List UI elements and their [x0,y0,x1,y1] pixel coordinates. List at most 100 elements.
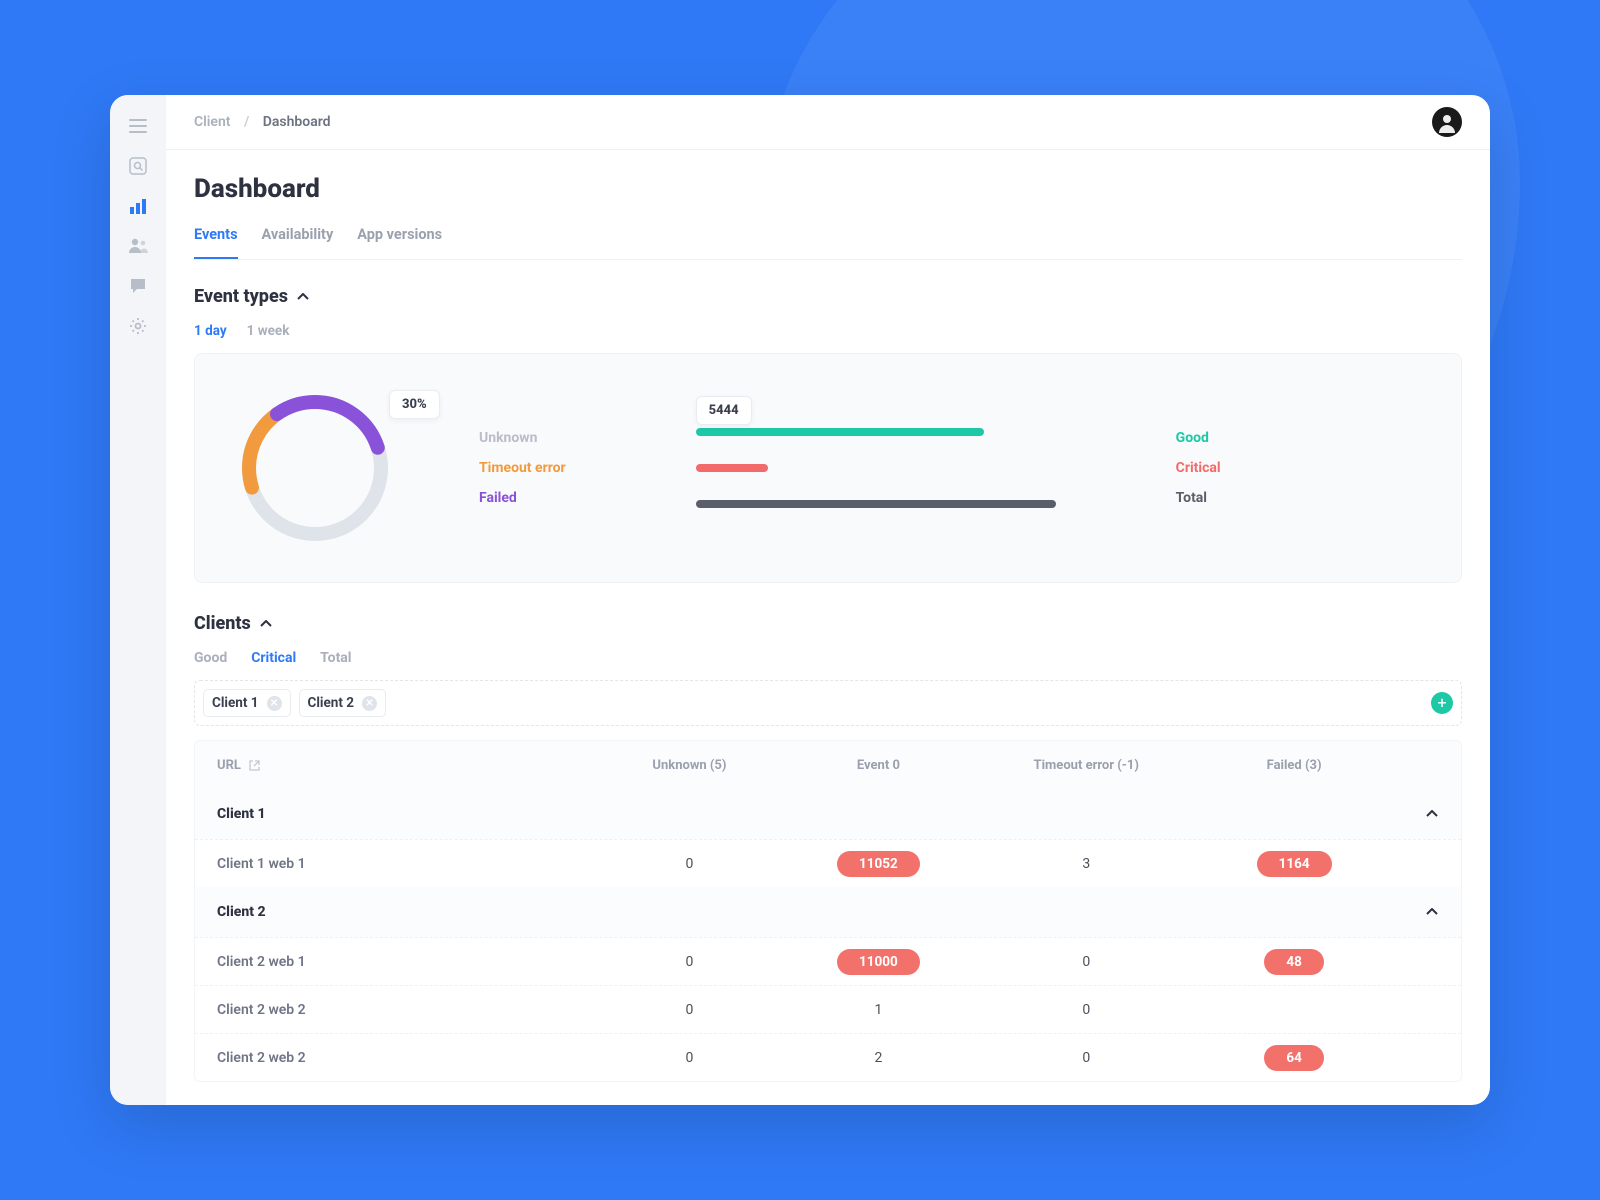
filter-total[interactable]: Total [320,650,351,666]
range-selector: 1 day 1 week [194,323,1462,339]
cell-event0: 2 [784,1050,973,1066]
tab-app-versions[interactable]: App versions [357,222,442,259]
cell-event0: 11000 [784,949,973,975]
sidebar [110,95,166,1105]
cell-url[interactable]: Client 2 web 1 [217,954,595,970]
range-1day[interactable]: 1 day [194,323,227,339]
group-name: Client 2 [217,904,266,920]
cell-failed: 1164 [1200,851,1389,877]
bar-good [696,428,984,436]
legend-total: Total [1176,490,1221,506]
bar-critical [696,464,768,472]
content-scroll[interactable]: Dashboard Events Availability App versio… [166,150,1490,1105]
clients-filter: Good Critical Total [194,650,1462,666]
main-tabs: Events Availability App versions [194,222,1462,260]
breadcrumb: Client / Dashboard [194,114,331,130]
users-icon[interactable] [127,235,149,257]
cell-url[interactable]: Client 1 web 1 [217,856,595,872]
col-failed[interactable]: Failed (3) [1200,758,1389,773]
add-chip-button[interactable]: + [1431,692,1453,714]
section-title-event-types[interactable]: Event types [194,286,1462,307]
pill-value: 1164 [1257,851,1332,877]
pill-value: 11052 [837,851,920,877]
chip-label: Client 1 [212,695,259,711]
chevron-up-icon [1425,807,1439,821]
group-header[interactable]: Client 1 [195,789,1461,839]
pill-value: 11000 [837,949,920,975]
legend-unknown: Unknown [479,430,566,446]
pill-value: 64 [1264,1045,1324,1071]
cell-unknown: 0 [595,1050,784,1066]
cell-unknown: 0 [595,954,784,970]
cell-url[interactable]: Client 2 web 2 [217,1050,595,1066]
hamburger-icon[interactable] [127,115,149,137]
gear-icon[interactable] [127,315,149,337]
pill-value: 48 [1264,949,1324,975]
table-header: URL Unknown (5) Event 0 Timeout error (-… [195,741,1461,789]
breadcrumb-separator: / [244,114,249,130]
topbar: Client / Dashboard [166,95,1490,150]
chevron-up-icon [259,617,273,631]
app-shell: Client / Dashboard Dashboard Events Avai… [110,95,1490,1105]
cell-failed: 48 [1200,949,1389,975]
chip-bar: Client 1 ✕ Client 2 ✕ + [194,680,1462,726]
bar-total [696,500,1056,508]
chevron-up-icon [1425,905,1439,919]
chevron-up-icon [296,290,310,304]
donut-legend: Unknown Timeout error Failed [479,430,566,506]
table-row: Client 2 web 1 0 11000 0 48 [195,937,1461,985]
donut-badge: 30% [389,390,440,419]
table-row: Client 2 web 2 0 1 0 [195,985,1461,1033]
avatar[interactable] [1432,107,1462,137]
table-row: Client 2 web 2 0 2 0 64 [195,1033,1461,1081]
col-url[interactable]: URL [217,758,595,773]
cell-unknown: 0 [595,856,784,872]
cell-timeout: 0 [973,954,1200,970]
section-title-label: Event types [194,286,288,307]
external-link-icon [249,760,260,771]
legend-critical: Critical [1176,460,1221,476]
chat-icon[interactable] [127,275,149,297]
bars-legend: Good Critical Total [1176,430,1221,506]
dashboard-icon[interactable] [127,195,149,217]
cell-url[interactable]: Client 2 web 2 [217,1002,595,1018]
close-icon[interactable]: ✕ [362,696,377,711]
filter-critical[interactable]: Critical [251,650,296,666]
bar-badge: 5444 [696,396,752,425]
chip-client-1[interactable]: Client 1 ✕ [203,689,291,717]
legend-timeout: Timeout error [479,460,566,476]
close-icon[interactable]: ✕ [267,696,282,711]
event-types-panel: 30% Unknown Timeout error Failed 5444 Go… [194,353,1462,583]
cell-event0: 11052 [784,851,973,877]
legend-good: Good [1176,430,1221,446]
cell-event0: 1 [784,1002,973,1018]
cell-timeout: 0 [973,1050,1200,1066]
col-event0[interactable]: Event 0 [784,758,973,773]
range-1week[interactable]: 1 week [247,323,290,339]
cell-timeout: 0 [973,1002,1200,1018]
section-title-clients[interactable]: Clients [194,613,1462,634]
breadcrumb-current: Dashboard [263,114,331,130]
legend-failed: Failed [479,490,566,506]
section-title-label: Clients [194,613,251,634]
group-name: Client 1 [217,806,266,822]
tab-events[interactable]: Events [194,222,238,259]
cell-unknown: 0 [595,1002,784,1018]
chip-label: Client 2 [308,695,355,711]
tab-availability[interactable]: Availability [262,222,334,259]
breadcrumb-parent[interactable]: Client [194,114,230,130]
donut-chart: 30% [231,384,399,552]
filter-good[interactable]: Good [194,650,227,666]
page-title: Dashboard [194,174,1462,204]
bars-chart: 5444 [696,428,1096,508]
col-unknown[interactable]: Unknown (5) [595,758,784,773]
col-timeout[interactable]: Timeout error (-1) [973,758,1200,773]
cell-timeout: 3 [973,856,1200,872]
group-header[interactable]: Client 2 [195,887,1461,937]
main-area: Client / Dashboard Dashboard Events Avai… [166,95,1490,1105]
table-row: Client 1 web 1 0 11052 3 1164 [195,839,1461,887]
clients-table: URL Unknown (5) Event 0 Timeout error (-… [194,740,1462,1082]
search-icon[interactable] [127,155,149,177]
chip-client-2[interactable]: Client 2 ✕ [299,689,387,717]
cell-failed: 64 [1200,1045,1389,1071]
